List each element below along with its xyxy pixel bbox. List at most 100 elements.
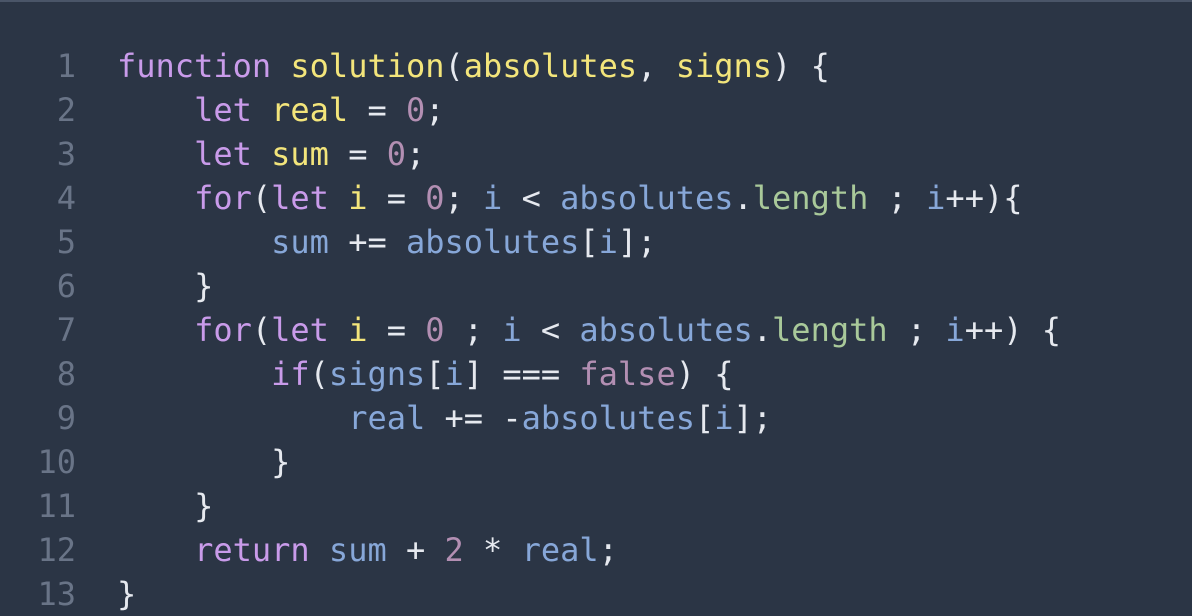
code-token-punc: ; [425, 91, 445, 129]
code-token-punc: = [367, 311, 426, 349]
line-code[interactable]: let real = 0; [117, 88, 445, 132]
code-line[interactable]: 6 } [0, 264, 1192, 308]
code-token-keyword: for [194, 311, 252, 349]
code-token-punc [117, 91, 194, 129]
code-token-ident: i [598, 223, 618, 261]
code-area[interactable]: 1 function solution(absolutes, signs) {2 … [0, 44, 1192, 616]
code-token-keyword: let [271, 179, 329, 217]
code-token-punc: } [117, 487, 214, 525]
code-token-punc [117, 355, 271, 393]
code-line[interactable]: 2 let real = 0; [0, 88, 1192, 132]
code-line[interactable]: 3 let sum = 0; [0, 132, 1192, 176]
code-token-punc: ; [868, 179, 927, 217]
code-token-punc: [ [425, 355, 445, 393]
code-token-punc [271, 47, 290, 85]
code-token-punc: ( [309, 355, 329, 393]
line-number: 12 [37, 531, 76, 569]
line-code[interactable]: for(let i = 0; i < absolutes.length ; i+… [117, 176, 1022, 220]
code-token-keyword: let [194, 91, 252, 129]
code-token-prop: length [772, 311, 888, 349]
code-token-ident: i [483, 179, 503, 217]
code-token-num: 0 [405, 91, 426, 129]
line-code[interactable]: return sum + 2 * real; [117, 528, 618, 572]
code-editor[interactable]: 1 function solution(absolutes, signs) {2 … [0, 0, 1192, 616]
line-code[interactable]: let sum = 0; [117, 132, 425, 176]
code-token-punc: ]; [733, 399, 773, 437]
code-token-punc: = [348, 91, 406, 129]
code-token-ident: sum [328, 531, 387, 569]
code-line[interactable]: 11 } [0, 484, 1192, 528]
line-code[interactable]: } [117, 440, 290, 484]
code-token-punc: ( [251, 311, 272, 349]
code-token-num: 0 [425, 179, 445, 217]
line-code[interactable]: function solution(absolutes, signs) { [117, 44, 830, 88]
code-token-punc: * [463, 531, 522, 569]
line-number: 4 [56, 179, 76, 217]
code-token-keyword: let [271, 311, 329, 349]
line-code[interactable]: } [117, 484, 213, 528]
code-token-ident: i [926, 179, 946, 217]
code-token-punc: ; [405, 135, 426, 173]
code-token-ident: absolutes [560, 179, 734, 217]
code-token-keyword: let [194, 135, 252, 173]
line-code[interactable]: if(signs[i] === false) { [117, 352, 734, 396]
code-token-ident: i [714, 399, 734, 437]
line-number: 2 [56, 91, 76, 129]
code-token-keyword: for [194, 179, 252, 217]
code-token-punc: ; [887, 311, 946, 349]
line-code[interactable]: } [117, 572, 136, 616]
code-token-punc: } [117, 267, 214, 305]
code-line[interactable]: 12 return sum + 2 * real; [0, 528, 1192, 572]
code-token-punc: ] === [463, 355, 580, 393]
code-token-punc: . [752, 311, 773, 349]
line-number: 3 [56, 135, 76, 173]
code-line[interactable]: 4 for(let i = 0; i < absolutes.length ; … [0, 176, 1192, 220]
code-token-bool: false [579, 355, 676, 393]
line-code[interactable]: } [117, 264, 213, 308]
code-token-punc: ( [251, 179, 272, 217]
code-line[interactable]: 1 function solution(absolutes, signs) { [0, 44, 1192, 88]
code-token-param: signs [675, 47, 773, 85]
code-token-punc: = [328, 135, 387, 173]
code-token-ident: real [521, 531, 599, 569]
code-token-punc [117, 223, 271, 261]
code-token-fn: solution [290, 47, 445, 85]
code-token-keyword: if [271, 355, 310, 393]
code-line[interactable]: 8 if(signs[i] === false) { [0, 352, 1192, 396]
code-token-punc: + [386, 531, 445, 569]
code-line[interactable]: 9 real += -absolutes[i]; [0, 396, 1192, 440]
code-token-keyword: function [117, 47, 272, 85]
code-token-punc [117, 531, 194, 569]
line-code[interactable]: real += -absolutes[i]; [117, 396, 772, 440]
code-line[interactable]: 7 for(let i = 0 ; i < absolutes.length ;… [0, 308, 1192, 352]
code-token-param: absolutes [463, 47, 638, 85]
code-token-punc: ; [444, 179, 484, 217]
code-token-punc [117, 179, 194, 217]
line-number: 13 [37, 575, 76, 613]
line-code[interactable]: sum += absolutes[i]; [117, 220, 656, 264]
code-token-punc: ]; [617, 223, 657, 261]
code-token-ident: absolutes [579, 311, 753, 349]
code-line[interactable]: 13} [0, 572, 1192, 616]
code-token-ident: i [945, 311, 965, 349]
code-token-punc [252, 135, 271, 173]
code-line[interactable]: 5 sum += absolutes[i]; [0, 220, 1192, 264]
code-token-punc: ) { [675, 355, 734, 393]
code-token-var: sum [271, 135, 329, 173]
code-token-punc: ) { [772, 47, 830, 85]
line-code[interactable]: for(let i = 0 ; i < absolutes.length ; i… [117, 308, 1061, 352]
code-token-punc: += [328, 223, 406, 261]
line-number: 6 [56, 267, 76, 305]
code-token-punc [117, 399, 348, 437]
code-token-var: i [348, 311, 368, 349]
line-number: 10 [37, 443, 76, 481]
code-token-ident: signs [328, 355, 426, 393]
code-token-punc: < [521, 311, 580, 349]
code-line[interactable]: 10 } [0, 440, 1192, 484]
code-token-prop: length [752, 179, 869, 217]
code-token-ident: real [348, 399, 426, 437]
line-number: 9 [56, 399, 76, 437]
code-token-punc [329, 311, 348, 349]
code-token-punc: . [733, 179, 753, 217]
code-token-punc: [ [579, 223, 599, 261]
